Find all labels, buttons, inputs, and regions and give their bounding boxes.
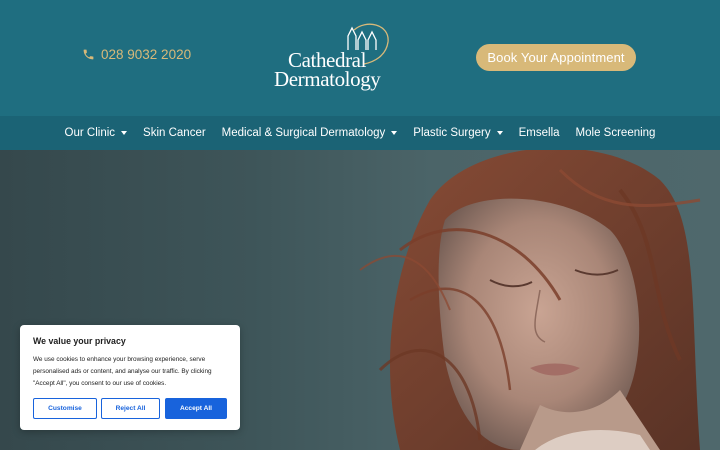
nav-item-mole-screening[interactable]: Mole Screening <box>568 127 664 139</box>
nav-item-skin-cancer[interactable]: Skin Cancer <box>135 127 214 139</box>
chevron-down-icon <box>496 131 503 135</box>
nav-item-plastic-surgery[interactable]: Plastic Surgery <box>405 127 510 139</box>
phone-number: 028 9032 2020 <box>101 47 192 62</box>
reject-all-button[interactable]: Reject All <box>101 398 160 419</box>
nav-item-medical-surgical-dermatology[interactable]: Medical & Surgical Dermatology <box>214 127 406 139</box>
chevron-down-icon <box>121 131 128 135</box>
site-logo[interactable]: Cathedral Dermatology <box>272 22 400 96</box>
cookie-message: We use cookies to enhance your browsing … <box>33 356 212 387</box>
nav-item-label: Plastic Surgery <box>413 127 491 139</box>
nav-item-label: Mole Screening <box>575 127 656 139</box>
logo-wordmark: Cathedral Dermatology <box>274 50 381 91</box>
book-appointment-button[interactable]: Book Your Appointment <box>476 44 636 71</box>
phone-icon <box>83 49 94 60</box>
nav-item-label: Medical & Surgical Dermatology <box>221 127 386 139</box>
site-header: 028 9032 2020 Cathedral Dermatology Book… <box>0 0 720 116</box>
nav-item-label: Our Clinic <box>64 127 116 139</box>
nav-item-label: Emsella <box>518 127 560 139</box>
cookie-title: We value your privacy <box>33 336 126 346</box>
chevron-down-icon <box>391 131 398 135</box>
main-nav: Our Clinic Skin Cancer Medical & Surgica… <box>0 116 720 150</box>
nav-item-emsella[interactable]: Emsella <box>511 127 568 139</box>
nav-item-our-clinic[interactable]: Our Clinic <box>57 127 135 139</box>
accept-all-button[interactable]: Accept All <box>165 398 227 419</box>
phone-link[interactable]: 028 9032 2020 <box>82 47 191 62</box>
cookie-consent-banner: We value your privacy We use cookies to … <box>20 325 240 430</box>
logo-line-2: Dermatology <box>274 67 381 91</box>
nav-item-label: Skin Cancer <box>143 127 206 139</box>
customise-button[interactable]: Customise <box>33 398 97 419</box>
